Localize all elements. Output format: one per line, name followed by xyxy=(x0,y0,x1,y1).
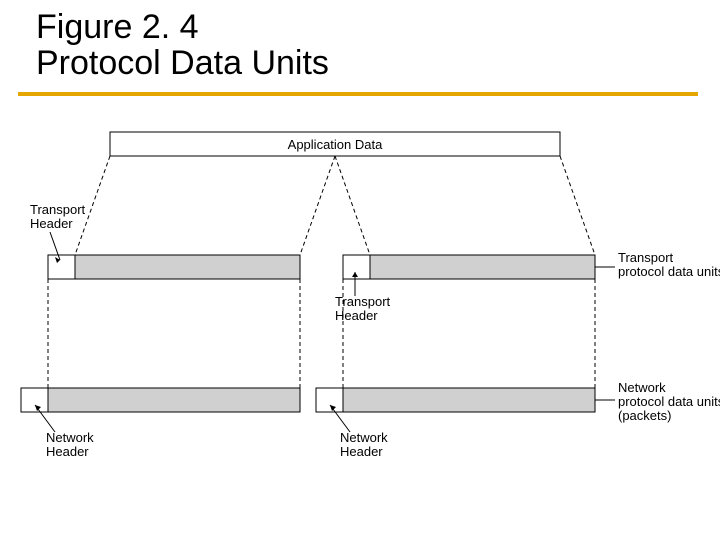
transport-header-label-left2: Header xyxy=(30,216,73,231)
network-payload-right xyxy=(343,388,595,412)
transport-header-box-left xyxy=(48,255,75,279)
diagram-canvas: Application Data Transport Header Transp… xyxy=(0,0,720,540)
transport-payload-right xyxy=(370,255,595,279)
split-line xyxy=(335,156,370,255)
transport-pdu-label1: Transport xyxy=(618,250,674,265)
split-line xyxy=(560,156,595,255)
network-pdu-label3: (packets) xyxy=(618,408,671,423)
network-pdu-label1: Network xyxy=(618,380,666,395)
transport-header-label-left: Transport xyxy=(30,202,86,217)
network-header-box-right xyxy=(316,388,343,412)
network-header-box-left xyxy=(21,388,48,412)
transport-payload-left xyxy=(75,255,300,279)
network-payload-left xyxy=(48,388,300,412)
split-line xyxy=(300,156,335,255)
network-header-label-right: Network xyxy=(340,430,388,445)
application-data-label: Application Data xyxy=(288,137,383,152)
transport-pdu-label2: protocol data units xyxy=(618,264,720,279)
network-header-label-right2: Header xyxy=(340,444,383,459)
network-header-label-left2: Header xyxy=(46,444,89,459)
transport-header-label-right2: Header xyxy=(335,308,378,323)
network-pdu-label2: protocol data units xyxy=(618,394,720,409)
network-header-label-left: Network xyxy=(46,430,94,445)
